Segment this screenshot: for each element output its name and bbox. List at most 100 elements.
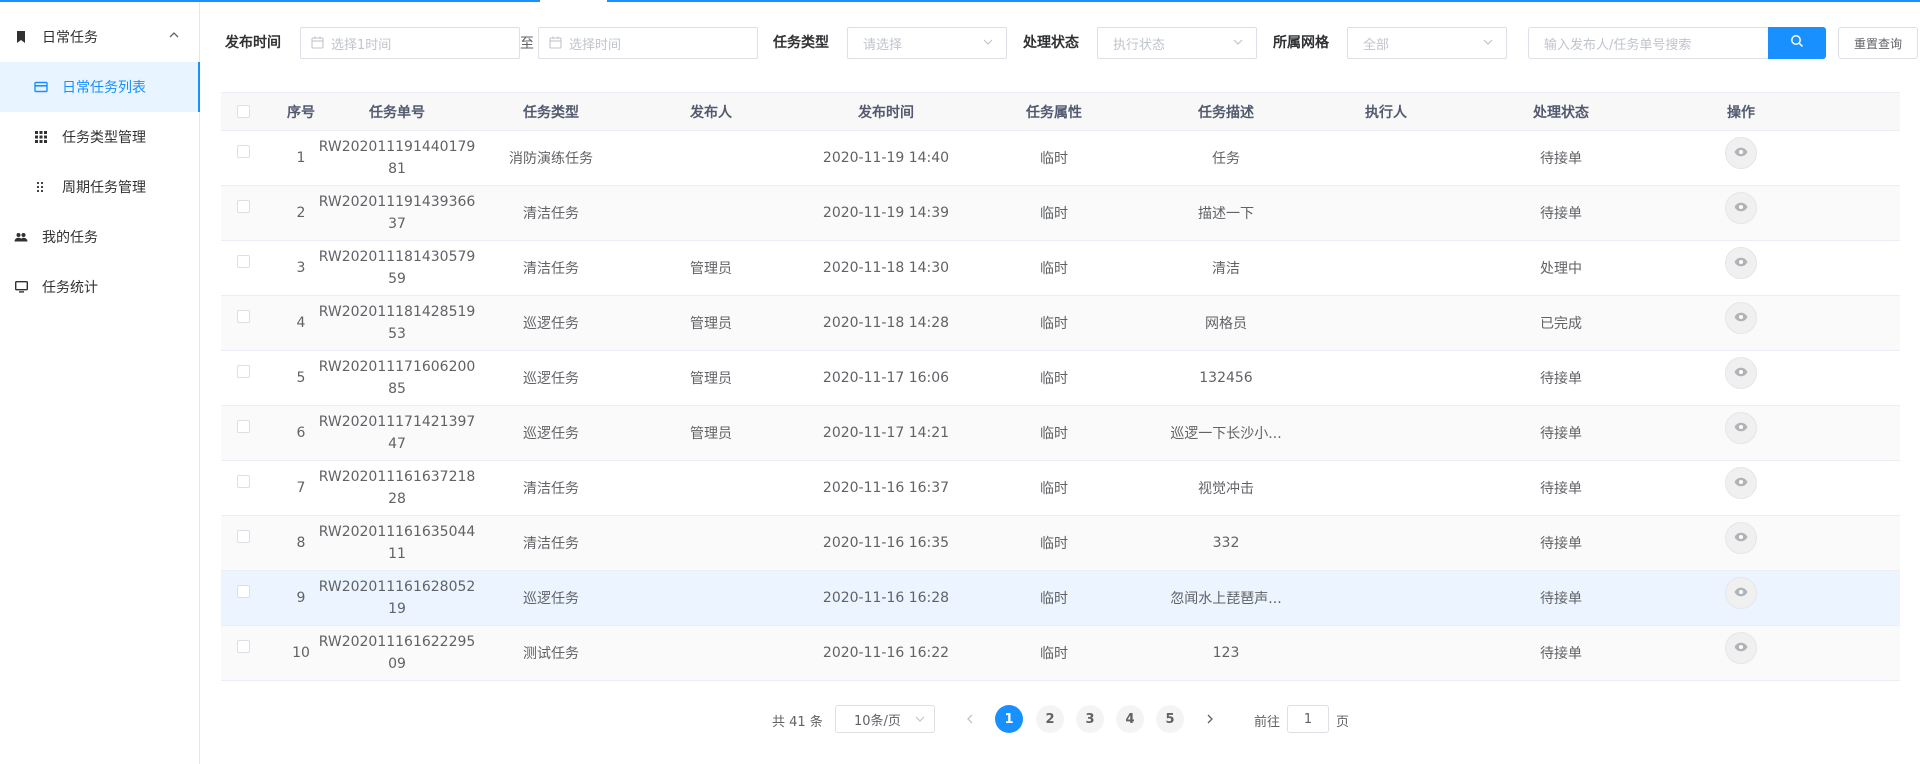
- page-number[interactable]: 4: [1116, 705, 1144, 733]
- sidebar-group-my-tasks[interactable]: 我的任务: [0, 212, 200, 262]
- row-checkbox[interactable]: [237, 200, 250, 213]
- row-checkbox[interactable]: [237, 310, 250, 323]
- row-checkbox[interactable]: [237, 475, 250, 488]
- row-checkbox[interactable]: [237, 365, 250, 378]
- cell-time: 2020-11-19 14:39: [822, 205, 950, 221]
- view-button[interactable]: [1725, 632, 1757, 664]
- eye-icon: [1734, 475, 1748, 491]
- eye-icon: [1734, 420, 1748, 436]
- task-code-line1: RW202011161637218: [318, 469, 476, 485]
- task-code-line2: 85: [388, 381, 406, 397]
- header-desc: 任务描述: [1198, 104, 1254, 121]
- cell-executor: [1311, 131, 1461, 185]
- cell-status: 待接单: [1540, 371, 1582, 387]
- table-row[interactable]: 2 RW202011191439366 37 清洁任务 2020-11-19 14:39…: [221, 186, 1900, 241]
- cell-publisher: [641, 186, 781, 240]
- sidebar-item-task-type-management[interactable]: 任务类型管理: [0, 112, 200, 162]
- view-button[interactable]: [1725, 412, 1757, 444]
- sidebar-group-task-statistics[interactable]: 任务统计: [0, 262, 200, 312]
- header-actions: 操作: [1727, 104, 1755, 121]
- header-status: 处理状态: [1533, 104, 1589, 121]
- sidebar-group-daily-tasks[interactable]: 日常任务: [0, 12, 200, 62]
- table-row[interactable]: 8 RW202011161635044 11 清洁任务 2020-11-16 16:35…: [221, 516, 1900, 571]
- sidebar-group-label: 任务统计: [42, 280, 98, 296]
- cell-actions: [1691, 131, 1791, 185]
- cell-publisher: [641, 461, 781, 515]
- cell-time: 2020-11-16 16:22: [822, 645, 950, 661]
- cell-desc: 视觉冲击: [1198, 481, 1254, 497]
- cell-publisher: [641, 626, 781, 680]
- sidebar-item-label: 任务类型管理: [62, 130, 146, 146]
- cell-actions: [1691, 406, 1791, 460]
- reset-button[interactable]: 重置查询: [1838, 27, 1918, 59]
- page-number[interactable]: 1: [995, 705, 1023, 733]
- cell-executor: [1311, 626, 1461, 680]
- page-size-select[interactable]: 10条/页: [835, 705, 935, 733]
- page-number[interactable]: 3: [1076, 705, 1104, 733]
- range-separator: 至: [520, 36, 534, 52]
- page-number[interactable]: 5: [1156, 705, 1184, 733]
- cell-actions: [1691, 461, 1791, 515]
- sidebar-item-daily-task-list[interactable]: 日常任务列表: [0, 62, 200, 112]
- start-date-input[interactable]: 选择1时间: [300, 27, 520, 59]
- cell-status: 待接单: [1540, 591, 1582, 607]
- cell-executor: [1311, 186, 1461, 240]
- cell-executor: [1311, 296, 1461, 350]
- cell-type: 巡逻任务: [523, 316, 579, 332]
- task-type-select[interactable]: 请选择: [847, 27, 1007, 59]
- row-checkbox[interactable]: [237, 255, 250, 268]
- view-button[interactable]: [1725, 137, 1757, 169]
- table-row[interactable]: 5 RW202011171606200 85 巡逻任务 管理员 2020-11-17 16…: [221, 351, 1900, 406]
- cell-desc: 描述一下: [1198, 206, 1254, 222]
- cell-type: 清洁任务: [523, 536, 579, 552]
- table-row[interactable]: 9 RW202011161628052 19 巡逻任务 2020-11-16 16:28…: [221, 571, 1900, 626]
- eye-icon: [1734, 145, 1748, 161]
- status-select[interactable]: 执行状态: [1097, 27, 1257, 59]
- table-row[interactable]: 4 RW202011181428519 53 巡逻任务 管理员 2020-11-18 14…: [221, 296, 1900, 351]
- cell-attr: 临时: [1040, 536, 1068, 552]
- view-button[interactable]: [1725, 522, 1757, 554]
- cell-publisher: [641, 516, 781, 570]
- cell-actions: [1691, 296, 1791, 350]
- view-button[interactable]: [1725, 357, 1757, 389]
- table-row[interactable]: 6 RW202011171421397 47 巡逻任务 管理员 2020-11-17 14…: [221, 406, 1900, 461]
- page-number[interactable]: 2: [1036, 705, 1064, 733]
- header-type: 任务类型: [523, 104, 579, 121]
- row-checkbox[interactable]: [237, 530, 250, 543]
- cell-attr: 临时: [1040, 426, 1068, 442]
- view-button[interactable]: [1725, 302, 1757, 334]
- search-input[interactable]: 输入发布人/任务单号搜索: [1528, 27, 1770, 59]
- row-checkbox[interactable]: [237, 420, 250, 433]
- table-row[interactable]: 10 RW202011161622295 09 测试任务 2020-11-16 16:2…: [221, 626, 1900, 681]
- status-label: 处理状态: [1023, 35, 1079, 51]
- task-type-label: 任务类型: [773, 35, 829, 51]
- cell-time: 2020-11-17 16:06: [822, 370, 950, 386]
- search-button[interactable]: [1768, 27, 1826, 59]
- view-button[interactable]: [1725, 467, 1757, 499]
- bookmark-icon: [14, 30, 28, 44]
- view-button[interactable]: [1725, 192, 1757, 224]
- cell-code: RW202011161628052 19: [319, 571, 476, 625]
- page-unit-label: 页: [1336, 715, 1350, 730]
- end-date-input[interactable]: 选择时间: [538, 27, 758, 59]
- view-button[interactable]: [1725, 577, 1757, 609]
- goto-page-input[interactable]: 1: [1287, 705, 1329, 733]
- row-checkbox[interactable]: [237, 640, 250, 653]
- cell-publisher: 管理员: [690, 261, 732, 277]
- next-page-icon[interactable]: [1200, 709, 1220, 729]
- cell-type: 巡逻任务: [523, 371, 579, 387]
- row-checkbox[interactable]: [237, 585, 250, 598]
- table-row[interactable]: 7 RW202011161637218 28 清洁任务 2020-11-16 16:37…: [221, 461, 1900, 516]
- sidebar-item-periodic-task-management[interactable]: 周期任务管理: [0, 162, 200, 212]
- cell-actions: [1691, 241, 1791, 295]
- select-all-checkbox[interactable]: [237, 105, 250, 118]
- grid-select[interactable]: 全部: [1347, 27, 1507, 59]
- cell-type: 消防演练任务: [509, 151, 593, 167]
- card-icon: [34, 80, 48, 94]
- view-button[interactable]: [1725, 247, 1757, 279]
- table-row[interactable]: 3 RW202011181430579 59 清洁任务 管理员 2020-11-18 14…: [221, 241, 1900, 296]
- row-checkbox[interactable]: [237, 145, 250, 158]
- table-row[interactable]: 1 RW202011191440179 81 消防演练任务 2020-11-19 14:…: [221, 131, 1900, 186]
- prev-page-icon[interactable]: [960, 709, 980, 729]
- task-code-line2: 81: [388, 161, 406, 177]
